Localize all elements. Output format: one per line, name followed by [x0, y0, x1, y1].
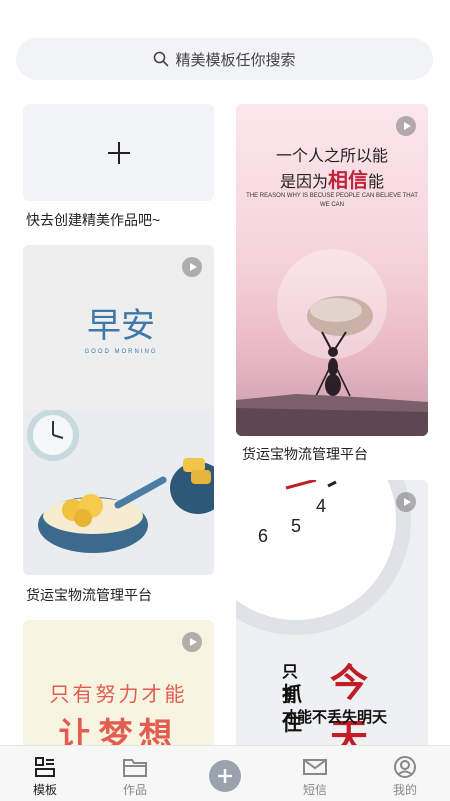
tab-messages[interactable]: 短信: [270, 746, 360, 801]
clock-slogan-3: 才能不丢失明天: [282, 709, 388, 726]
tab-profile[interactable]: 我的: [360, 746, 450, 801]
create-new-card[interactable]: [23, 104, 214, 201]
tab-template[interactable]: 模板: [0, 746, 90, 801]
play-icon[interactable]: [182, 632, 202, 652]
svg-text:5: 5: [291, 516, 301, 536]
card-title: 货运宝物流管理平台: [242, 446, 368, 462]
folder-icon: [123, 759, 147, 777]
svg-text:早安: 早安: [87, 307, 155, 345]
ant-illustration: [236, 249, 428, 436]
tab-works[interactable]: 作品: [90, 746, 180, 801]
template-card-morning[interactable]: 早安 GOOD MORNING: [23, 245, 214, 575]
bottom-tab-bar: 模板 作品 短信 我的: [0, 745, 450, 801]
template-icon: [35, 757, 55, 777]
tab-label: 模板: [32, 783, 57, 797]
tab-add[interactable]: [180, 746, 270, 801]
add-icon: [209, 760, 241, 792]
play-icon[interactable]: [182, 257, 202, 277]
tab-label: 短信: [302, 783, 327, 797]
play-icon[interactable]: [396, 116, 416, 136]
search-bar[interactable]: 精美模板任你搜索: [16, 38, 433, 80]
create-label: 快去创建精美作品吧~: [26, 212, 161, 228]
clock-slogan-highlight: 今天: [330, 663, 369, 750]
tab-label: 我的: [392, 783, 417, 797]
card-title: 货运宝物流管理平台: [26, 587, 152, 603]
template-card-dream[interactable]: 只有努力才能 让梦想: [23, 620, 214, 750]
tab-label: 作品: [122, 783, 147, 797]
svg-text:GOOD MORNING: GOOD MORNING: [85, 349, 158, 355]
template-card-ant[interactable]: 一个人之所以能 是因为相信能 THE REASON WHY IS BECUSE …: [236, 104, 428, 436]
play-icon[interactable]: [396, 492, 416, 512]
profile-icon: [394, 756, 416, 778]
dream-line-2: 让梦想: [58, 717, 179, 750]
search-placeholder: 精美模板任你搜索: [175, 51, 296, 69]
svg-text:4: 4: [316, 496, 326, 516]
dream-line-1: 只有努力才能: [49, 684, 188, 706]
plus-icon: [107, 141, 130, 164]
svg-text:6: 6: [258, 526, 268, 546]
template-card-clock[interactable]: 6 5 4 只有 今天 抓住 才能不丢失明天: [236, 480, 428, 750]
message-icon: [303, 759, 327, 775]
breakfast-photo: [23, 409, 214, 575]
search-icon: [154, 51, 169, 67]
